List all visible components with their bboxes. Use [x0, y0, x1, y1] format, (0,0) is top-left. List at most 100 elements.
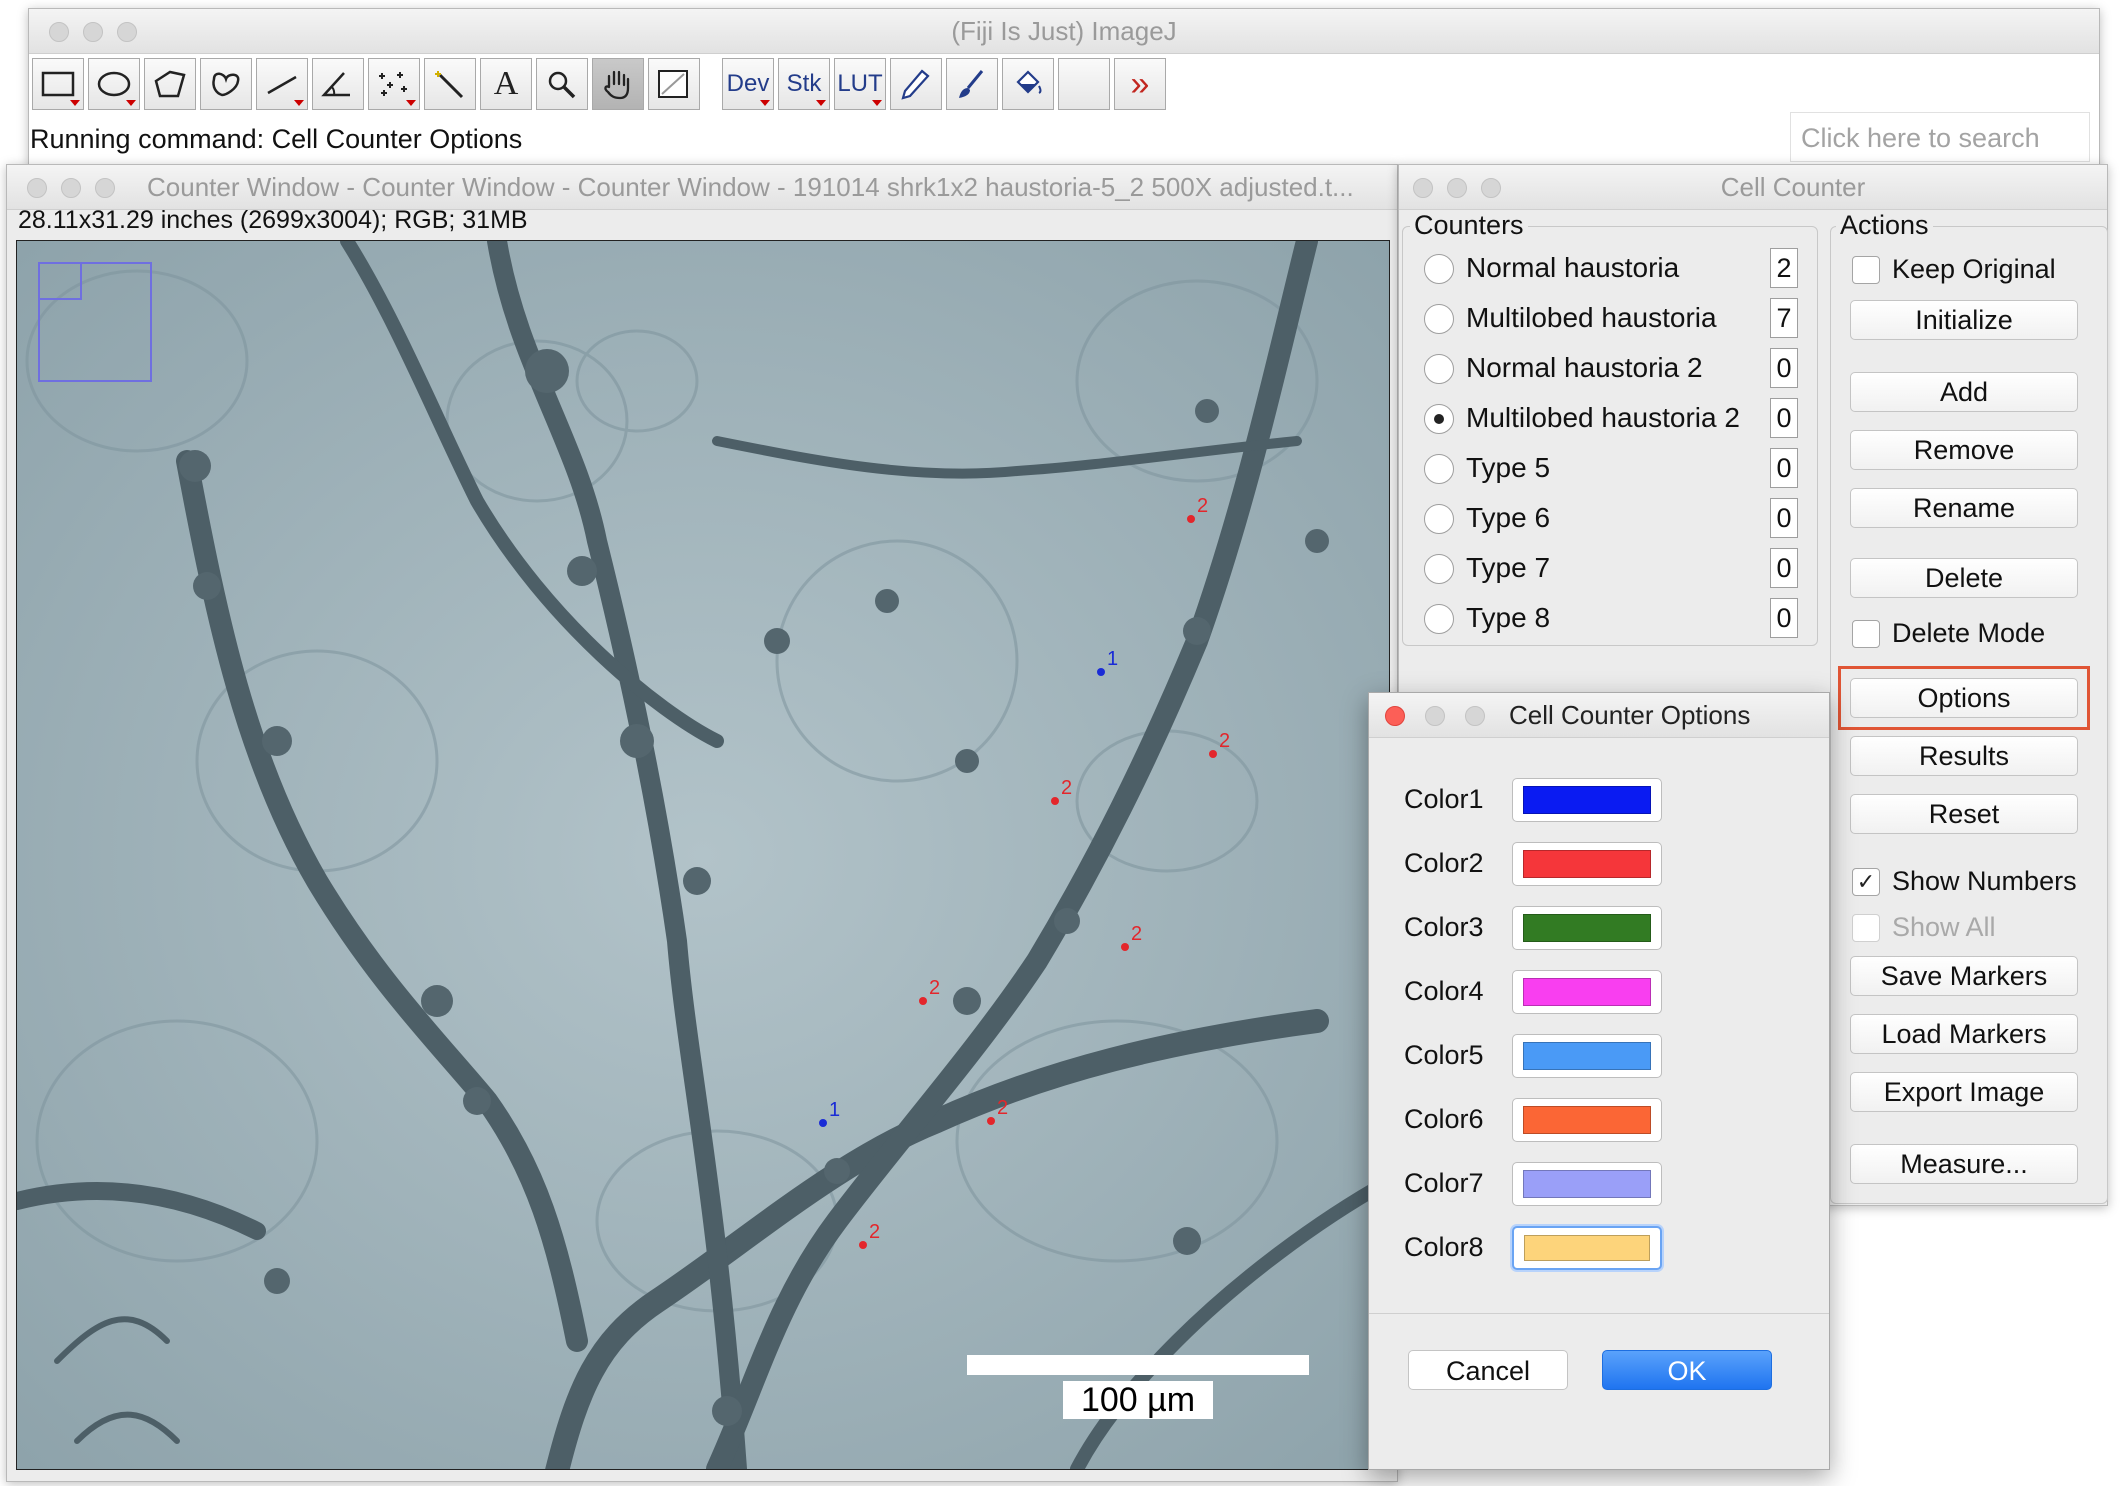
marker-label: 2: [1197, 495, 1208, 517]
ok-button[interactable]: OK: [1602, 1350, 1772, 1390]
add-button[interactable]: Add: [1850, 372, 2078, 412]
freehand-tool-button[interactable]: [200, 58, 252, 110]
rectangle-tool-button[interactable]: [32, 58, 84, 110]
magnifier-tool-button[interactable]: [536, 58, 588, 110]
keep-original-checkbox[interactable]: [1852, 256, 1880, 284]
line-tool-icon: [267, 75, 297, 95]
counter-radio[interactable]: [1424, 604, 1454, 634]
counter-window-title: Counter Window - Counter Window - Counte…: [147, 172, 1354, 202]
counter-count: 0: [1770, 448, 1798, 488]
color6-label: Color6: [1404, 1104, 1484, 1134]
color4-swatch: [1523, 978, 1651, 1006]
color3-picker[interactable]: [1512, 906, 1662, 950]
color4-picker[interactable]: [1512, 970, 1662, 1014]
text-tool-button[interactable]: A: [480, 58, 532, 110]
reset-button[interactable]: Reset: [1850, 794, 2078, 834]
counter-name: Type 8: [1466, 602, 1551, 633]
zoom-window-button[interactable]: [95, 178, 115, 198]
counter-name: Multilobed haustoria: [1466, 302, 1717, 333]
color5-swatch: [1523, 1042, 1651, 1070]
counter-name: Normal haustoria 2: [1466, 352, 1703, 383]
angle-tool-button[interactable]: [312, 58, 364, 110]
color7-picker[interactable]: [1512, 1162, 1662, 1206]
flood-fill-tool-button[interactable]: [1002, 58, 1054, 110]
delete-mode-checkbox[interactable]: [1852, 620, 1880, 648]
counter-radio[interactable]: [1424, 354, 1454, 384]
results-button[interactable]: Results: [1850, 736, 2078, 776]
color1-swatch: [1523, 786, 1651, 814]
actions-group-label: Actions: [1836, 210, 1933, 241]
dropdown-indicator: [294, 100, 304, 106]
counter-name: Type 5: [1466, 452, 1551, 483]
close-dialog-button[interactable]: [1385, 706, 1405, 726]
remove-button[interactable]: Remove: [1850, 430, 2078, 470]
brush-tool-button[interactable]: [946, 58, 998, 110]
dropdown-indicator: [70, 100, 80, 106]
polygon-tool-button[interactable]: [144, 58, 196, 110]
pencil-tool-button[interactable]: [890, 58, 942, 110]
close-window-button[interactable]: [1413, 178, 1433, 198]
micrograph-canvas[interactable]: 1 1 2 2 2 2 2 2 2 100 µm: [16, 240, 1390, 1470]
freehand-tool-icon: [212, 72, 240, 97]
hand-tool-button[interactable]: [592, 58, 644, 110]
image-info: 28.11x31.29 inches (2699x3004); RGB; 31M…: [18, 206, 528, 234]
color-picker-button[interactable]: [648, 58, 700, 110]
rectangle-tool-icon: [41, 71, 75, 97]
show-numbers-checkbox[interactable]: ✓: [1852, 868, 1880, 896]
dropdown-indicator: [126, 100, 136, 106]
oval-tool-button[interactable]: [88, 58, 140, 110]
color2-picker[interactable]: [1512, 842, 1662, 886]
show-numbers-label: Show Numbers: [1892, 866, 2077, 896]
counter-radio[interactable]: [1424, 504, 1454, 534]
options-dialog-title: Cell Counter Options: [1509, 700, 1751, 730]
minimize-dialog-button[interactable]: [1425, 706, 1445, 726]
color5-picker[interactable]: [1512, 1034, 1662, 1078]
search-input[interactable]: Click here to search: [1790, 112, 2090, 162]
color1-picker[interactable]: [1512, 778, 1662, 822]
counter-radio[interactable]: [1424, 304, 1454, 334]
delete-button[interactable]: Delete: [1850, 558, 2078, 598]
save-markers-button[interactable]: Save Markers: [1850, 956, 2078, 996]
more-tools-button[interactable]: »: [1114, 58, 1166, 110]
show-all-checkbox[interactable]: [1852, 914, 1880, 942]
show-all-label: Show All: [1892, 912, 1996, 942]
minimize-window-button[interactable]: [1447, 178, 1467, 198]
cell-counter-title: Cell Counter: [1720, 172, 1866, 202]
polygon-tool-icon: [154, 70, 186, 98]
cancel-button[interactable]: Cancel: [1408, 1350, 1568, 1390]
counter-radio[interactable]: [1424, 554, 1454, 584]
flood-fill-icon: [1016, 70, 1042, 94]
load-markers-button[interactable]: Load Markers: [1850, 1014, 2078, 1054]
counter-radio-selected[interactable]: [1424, 404, 1454, 434]
color8-picker[interactable]: [1512, 1226, 1662, 1270]
export-image-button[interactable]: Export Image: [1850, 1072, 2078, 1112]
rename-button[interactable]: Rename: [1850, 488, 2078, 528]
dropdown-indicator: [872, 100, 882, 106]
lut-menu-button[interactable]: LUT: [834, 58, 886, 110]
marker-label: 2: [1219, 730, 1230, 752]
counter-radio[interactable]: [1424, 254, 1454, 284]
multipoint-tool-button[interactable]: [368, 58, 420, 110]
minimize-window-button[interactable]: [61, 178, 81, 198]
close-window-button[interactable]: [27, 178, 47, 198]
counters-group-label: Counters: [1410, 210, 1528, 241]
initialize-button[interactable]: Initialize: [1850, 300, 2078, 340]
measure-button[interactable]: Measure...: [1850, 1144, 2078, 1184]
line-tool-button[interactable]: [256, 58, 308, 110]
micrograph-image: 1 1 2 2 2 2 2 2 2 100 µm: [17, 241, 1389, 1469]
counter-count: 0: [1770, 398, 1798, 438]
color7-swatch: [1523, 1170, 1651, 1198]
stk-menu-button[interactable]: Stk: [778, 58, 830, 110]
counter-radio[interactable]: [1424, 454, 1454, 484]
scale-bar: [967, 1355, 1309, 1375]
magnifier-icon: [548, 71, 576, 99]
imagej-titlebar: (Fiji Is Just) ImageJ: [29, 9, 2099, 54]
wand-tool-button[interactable]: [424, 58, 476, 110]
multipoint-tool-icon: [379, 72, 407, 96]
imagej-title: (Fiji Is Just) ImageJ: [951, 16, 1177, 46]
color6-picker[interactable]: [1512, 1098, 1662, 1142]
dev-menu-button[interactable]: Dev: [722, 58, 774, 110]
zoom-dialog-button[interactable]: [1465, 706, 1485, 726]
marker-dot: [919, 997, 927, 1005]
oval-tool-icon: [97, 71, 131, 97]
